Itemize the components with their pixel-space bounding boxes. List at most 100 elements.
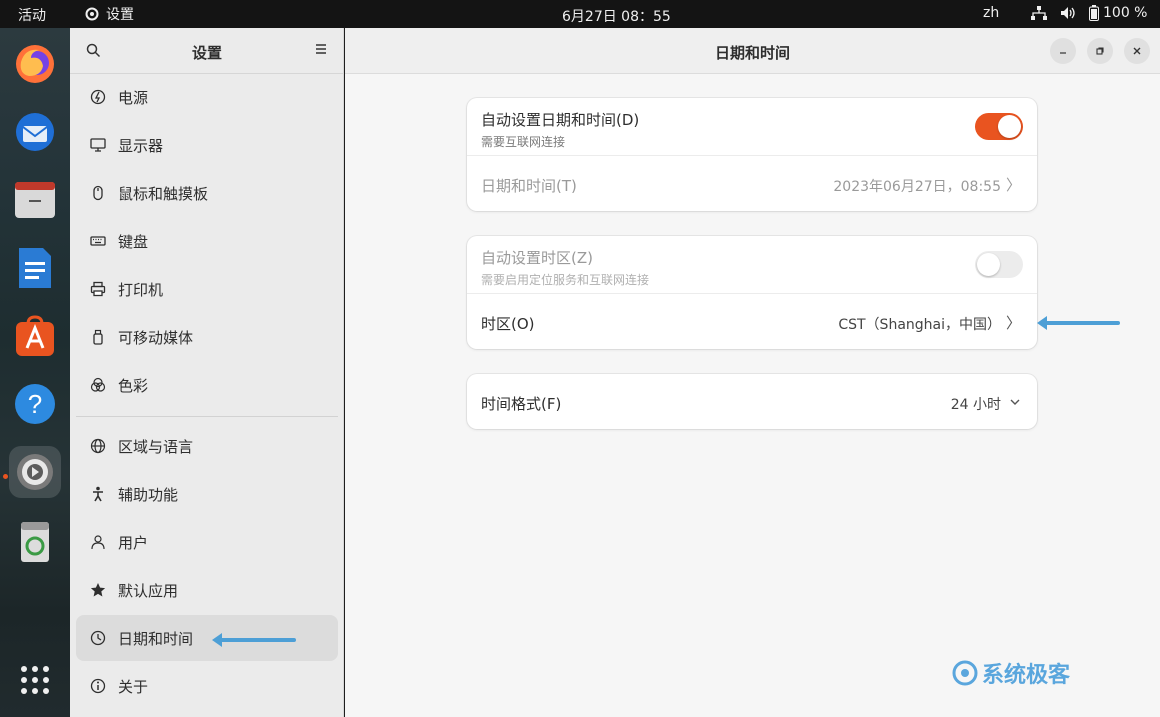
battery-icon — [1089, 5, 1099, 21]
sidebar-item-removable-media[interactable]: 可移动媒体 — [76, 314, 338, 360]
sidebar-item-label: 电源 — [118, 88, 149, 107]
auto-timezone-switch[interactable] — [975, 251, 1023, 278]
sidebar-item-label: 默认应用 — [118, 581, 179, 600]
timezone-value: CST（Shanghai，中国） — [838, 317, 1001, 333]
writer-icon[interactable] — [9, 242, 61, 294]
sidebar-item-label: 关于 — [118, 677, 149, 696]
user-icon — [90, 534, 106, 550]
svg-text:?: ? — [28, 389, 42, 419]
language-indicator[interactable]: zh — [983, 5, 999, 21]
maximize-button[interactable] — [1087, 38, 1113, 64]
battery-indicator[interactable]: 100 % — [1089, 5, 1147, 21]
timezone-label: 时区(O) — [481, 315, 535, 333]
gear-icon — [85, 7, 99, 21]
sidebar-divider — [76, 416, 338, 417]
datetime-card: 自动设置日期和时间(D) 需要互联网连接 日期和时间(T) 2023年06月27… — [467, 98, 1037, 211]
sidebar-item-label: 键盘 — [118, 232, 149, 251]
trash-icon[interactable] — [9, 516, 61, 568]
globe-icon — [90, 438, 106, 454]
running-indicator — [3, 474, 8, 479]
printer-icon — [90, 281, 106, 297]
app-center-icon[interactable] — [9, 310, 61, 362]
time-format-label: 时间格式(F) — [481, 395, 562, 413]
help-icon[interactable]: ? — [9, 378, 61, 430]
settings-icon[interactable] — [9, 446, 61, 498]
sidebar-item-display[interactable]: 显示器 — [76, 122, 338, 168]
sidebar-item-accessibility[interactable]: 辅助功能 — [76, 471, 338, 517]
close-button[interactable] — [1124, 38, 1150, 64]
activities-button[interactable]: 活动 — [18, 5, 46, 25]
network-icon[interactable] — [1031, 6, 1047, 24]
show-apps-icon[interactable] — [9, 654, 61, 706]
thunderbird-icon[interactable] — [9, 106, 61, 158]
sidebar-item-keyboard[interactable]: 键盘 — [76, 218, 338, 264]
auto-datetime-sub: 需要互联网连接 — [481, 135, 566, 149]
close-icon — [1133, 47, 1141, 55]
watermark-text: 系统极客 — [982, 663, 1071, 688]
sidebar-item-label: 日期和时间 — [118, 629, 194, 648]
sidebar-item-power[interactable]: 电源 — [76, 74, 338, 120]
sidebar-item-date-time[interactable]: 日期和时间 — [76, 615, 338, 661]
annotation-arrow — [212, 633, 296, 647]
datetime-value: 2023年06月27日，08:55 — [833, 179, 1001, 195]
sidebar-item-mouse[interactable]: 鼠标和触摸板 — [76, 170, 338, 216]
time-format-row[interactable]: 时间格式(F) 24 小时 — [467, 374, 1037, 429]
power-icon — [90, 89, 106, 105]
volume-icon[interactable] — [1060, 6, 1076, 24]
sidebar-item-label: 可移动媒体 — [118, 328, 194, 347]
hamburger-menu-icon[interactable] — [314, 42, 328, 60]
sidebar-item-users[interactable]: 用户 — [76, 519, 338, 565]
maximize-icon — [1096, 47, 1104, 55]
files-icon[interactable] — [9, 174, 61, 226]
sidebar-item-label: 区域与语言 — [118, 437, 194, 456]
clock-icon — [90, 630, 106, 646]
timezone-row[interactable]: 时区(O) CST（Shanghai，中国） 〉 — [467, 294, 1037, 349]
sidebar-item-printer[interactable]: 打印机 — [76, 266, 338, 312]
time-format-value: 24 小时 — [950, 397, 1001, 413]
auto-datetime-switch[interactable] — [975, 113, 1023, 140]
auto-timezone-label: 自动设置时区(Z) — [481, 249, 593, 267]
auto-datetime-row[interactable]: 自动设置日期和时间(D) 需要互联网连接 — [467, 98, 1037, 156]
sidebar-item-about[interactable]: 关于 — [76, 663, 338, 709]
sidebar-item-region-language[interactable]: 区域与语言 — [76, 423, 338, 469]
sidebar-item-color[interactable]: 色彩 — [76, 362, 338, 408]
minimize-button[interactable] — [1050, 38, 1076, 64]
auto-timezone-row[interactable]: 自动设置时区(Z) 需要启用定位服务和互联网连接 — [467, 236, 1037, 294]
annotation-arrow — [1037, 316, 1120, 330]
sidebar-item-label: 用户 — [118, 533, 149, 552]
sidebar-item-label: 鼠标和触摸板 — [118, 184, 209, 203]
battery-percent: 100 % — [1103, 5, 1148, 21]
sidebar-item-label: 色彩 — [118, 376, 149, 395]
clock[interactable]: 6月27日 08：55 — [562, 6, 671, 26]
app-menu[interactable]: 设置 — [84, 4, 134, 24]
sidebar-header: 设置 — [70, 28, 343, 74]
sidebar-item-label: 显示器 — [118, 136, 164, 155]
star-icon — [90, 582, 106, 598]
page-title: 日期和时间 — [714, 44, 790, 62]
dock: ? — [0, 28, 70, 717]
settings-sidebar: 设置 电源 显示器 鼠标和触摸板 键盘 打印机 可移动媒体 色彩 区域与语言 辅… — [70, 28, 344, 717]
firefox-icon[interactable] — [9, 38, 61, 90]
chevron-right-icon: 〉 — [1005, 176, 1021, 194]
color-icon — [90, 377, 106, 393]
sidebar-item-label: 辅助功能 — [118, 485, 179, 504]
main-header: 日期和时间 — [345, 28, 1160, 74]
keyboard-icon — [90, 233, 106, 249]
removable-media-icon — [90, 329, 106, 345]
auto-timezone-sub: 需要启用定位服务和互联网连接 — [481, 273, 650, 287]
sidebar-item-label: 打印机 — [118, 280, 164, 299]
mouse-icon — [90, 185, 106, 201]
chevron-right-icon: 〉 — [1005, 314, 1021, 332]
accessibility-icon — [90, 486, 106, 502]
timezone-card: 自动设置时区(Z) 需要启用定位服务和互联网连接 时区(O) CST（Shang… — [467, 236, 1037, 349]
sidebar-item-default-apps[interactable]: 默认应用 — [76, 567, 338, 613]
app-name: 设置 — [106, 7, 134, 23]
time-format-card: 时间格式(F) 24 小时 — [467, 374, 1037, 429]
auto-datetime-label: 自动设置日期和时间(D) — [481, 111, 640, 129]
main-panel: 日期和时间 自动设置日期和时间(D) 需要互联网连接 日期和时间(T) 2023… — [345, 28, 1160, 717]
chevron-down-icon[interactable] — [1009, 394, 1021, 412]
datetime-row[interactable]: 日期和时间(T) 2023年06月27日，08:55 〉 — [467, 156, 1037, 211]
top-bar: 活动 设置 6月27日 08：55 zh 100 % — [0, 0, 1160, 28]
watermark-logo-icon — [952, 660, 978, 686]
info-icon — [90, 678, 106, 694]
